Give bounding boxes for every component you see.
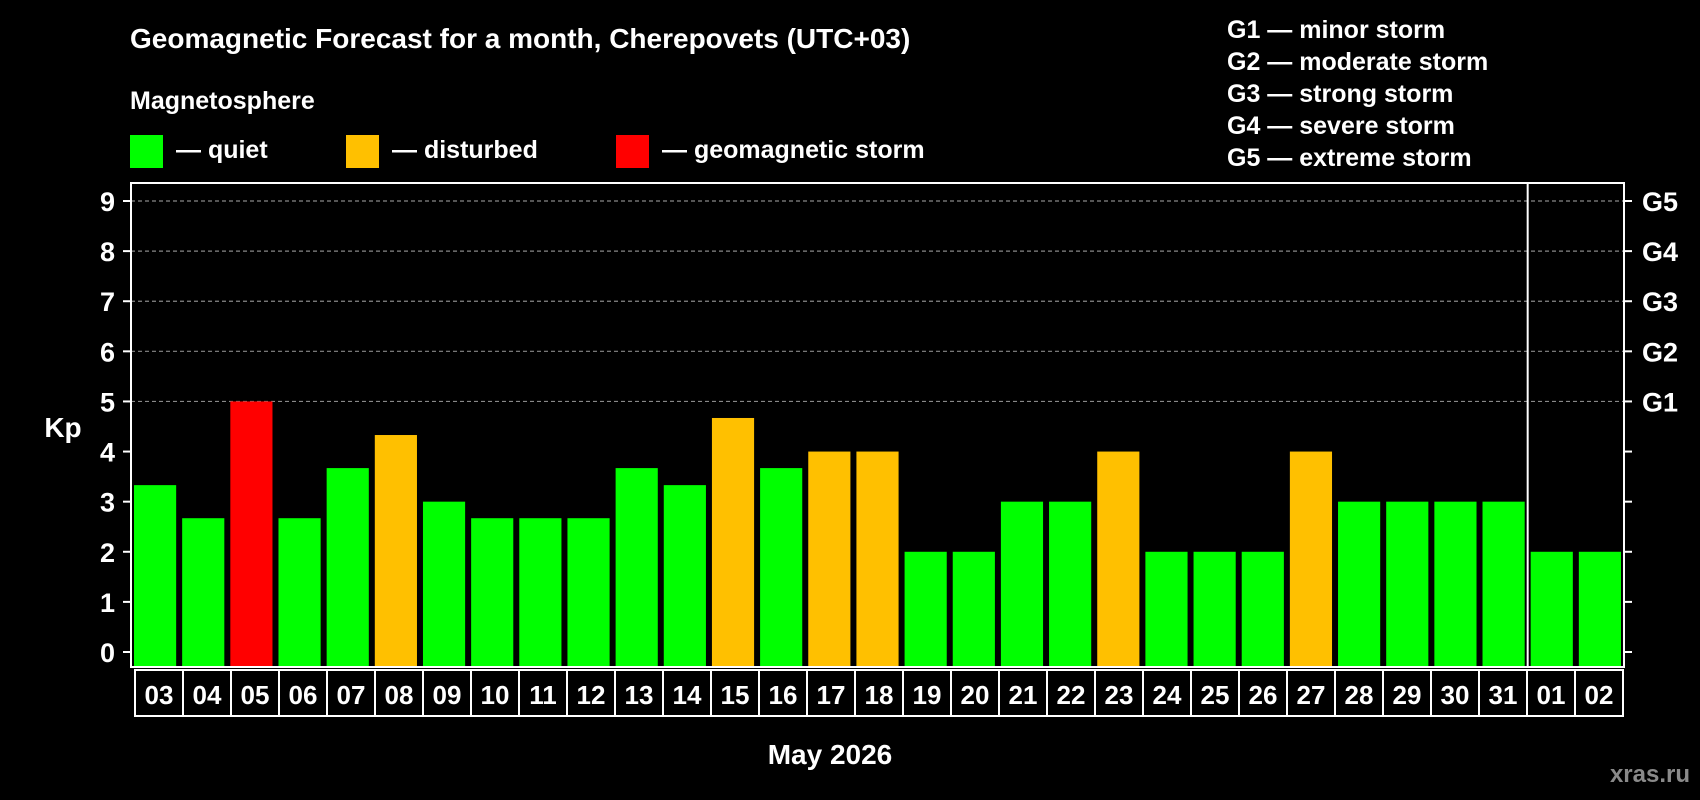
bar-13	[615, 468, 658, 668]
y-tick-label-6: 6	[100, 337, 115, 367]
x-tick-label-17: 17	[817, 680, 846, 710]
bar-28	[1338, 501, 1381, 668]
bar-02	[1578, 551, 1621, 668]
bar-10	[471, 518, 514, 668]
storm-tick-label-G3: G3	[1642, 287, 1678, 317]
x-tick-label-05: 05	[241, 680, 270, 710]
bar-24	[1145, 551, 1188, 668]
storm-tick-label-G2: G2	[1642, 337, 1678, 367]
x-tick-label-15: 15	[721, 680, 750, 710]
storm-tick-label-G4: G4	[1642, 237, 1678, 267]
x-tick-label-16: 16	[769, 680, 798, 710]
x-tick-label-29: 29	[1393, 680, 1422, 710]
storm-tick-label-G5: G5	[1642, 187, 1678, 217]
x-tick-label-30: 30	[1441, 680, 1470, 710]
bar-27	[1289, 451, 1333, 668]
x-tick-label-23: 23	[1105, 680, 1134, 710]
legend-swatch-1	[346, 135, 379, 168]
y-tick-label-4: 4	[100, 438, 115, 468]
x-tick-label-10: 10	[481, 680, 510, 710]
bar-07	[326, 468, 369, 668]
bar-06	[278, 518, 321, 668]
x-tick-label-19: 19	[913, 680, 942, 710]
x-tick-label-06: 06	[289, 680, 318, 710]
x-axis-label: May 2026	[768, 739, 893, 770]
bar-21	[1000, 501, 1044, 668]
bar-30	[1434, 501, 1477, 668]
legend-swatch-2	[616, 135, 649, 168]
bar-16	[760, 468, 803, 668]
y-tick-label-0: 0	[100, 638, 115, 668]
bar-19	[904, 551, 947, 668]
x-tick-label-14: 14	[673, 680, 702, 710]
x-tick-label-28: 28	[1345, 680, 1374, 710]
x-tick-label-08: 08	[385, 680, 414, 710]
bar-09	[422, 501, 466, 668]
y-tick-label-2: 2	[100, 538, 115, 568]
legend-label-1: — disturbed	[392, 136, 538, 164]
bar-20	[952, 551, 995, 668]
legend: — quiet — disturbed — geomagnetic storm	[130, 135, 925, 168]
chart-title: Geomagnetic Forecast for a month, Cherep…	[130, 23, 910, 54]
x-tick-label-03: 03	[145, 680, 174, 710]
bar-15	[711, 417, 755, 668]
bar-01	[1530, 551, 1573, 668]
x-tick-label-18: 18	[865, 680, 894, 710]
legend-title: Magnetosphere	[130, 87, 315, 115]
storm-legend-item-3: G3 — strong storm	[1227, 80, 1453, 108]
bar-04	[182, 518, 225, 668]
bar-23	[1097, 451, 1140, 668]
watermark: xras.ru	[1610, 761, 1690, 788]
bar-14	[663, 485, 706, 668]
legend-swatch-0	[130, 135, 163, 168]
bar-29	[1386, 501, 1429, 668]
x-tick-label-11: 11	[529, 680, 557, 710]
legend-label-0: — quiet	[176, 136, 268, 164]
y-tick-label-3: 3	[100, 488, 115, 518]
y-axis-label: Kp	[44, 412, 81, 443]
bar-03	[134, 485, 177, 668]
x-tick-label-24: 24	[1153, 680, 1182, 710]
x-tick-label-02: 02	[1585, 680, 1614, 710]
x-tick-label-07: 07	[337, 680, 366, 710]
x-tick-label-27: 27	[1297, 680, 1326, 710]
bar-25	[1193, 551, 1236, 668]
y-tick-label-1: 1	[100, 588, 115, 618]
y-tick-label-5: 5	[100, 387, 115, 417]
bar-18	[856, 451, 899, 668]
bar-08	[374, 435, 417, 668]
storm-legend-item-5: G5 — extreme storm	[1227, 144, 1472, 172]
bar-26	[1241, 551, 1284, 668]
y-tick-label-7: 7	[100, 287, 115, 317]
bar-05	[230, 401, 273, 668]
legend-label-2: — geomagnetic storm	[662, 136, 925, 164]
geomagnetic-forecast-chart: Geomagnetic Forecast for a month, Cherep…	[0, 0, 1700, 800]
x-tick-label-13: 13	[625, 680, 654, 710]
y-tick-label-8: 8	[100, 237, 115, 267]
y-tick-label-9: 9	[100, 187, 115, 217]
storm-legend-item-4: G4 — severe storm	[1227, 112, 1455, 140]
bar-17	[808, 451, 851, 668]
x-tick-label-25: 25	[1201, 680, 1230, 710]
bar-31	[1482, 501, 1525, 668]
bar-12	[567, 518, 610, 668]
x-tick-label-04: 04	[193, 680, 222, 710]
x-tick-label-20: 20	[961, 680, 990, 710]
storm-legend-item-2: G2 — moderate storm	[1227, 48, 1488, 76]
x-tick-label-26: 26	[1249, 680, 1278, 710]
bar-22	[1049, 501, 1092, 668]
x-tick-label-22: 22	[1057, 680, 1086, 710]
x-tick-label-21: 21	[1009, 680, 1038, 710]
storm-tick-label-G1: G1	[1642, 387, 1678, 417]
x-tick-label-31: 31	[1489, 680, 1518, 710]
storm-legend-item-1: G1 — minor storm	[1227, 16, 1445, 44]
x-tick-label-12: 12	[577, 680, 606, 710]
x-tick-label-09: 09	[433, 680, 462, 710]
x-tick-label-01: 01	[1537, 680, 1566, 710]
bar-11	[519, 518, 562, 668]
